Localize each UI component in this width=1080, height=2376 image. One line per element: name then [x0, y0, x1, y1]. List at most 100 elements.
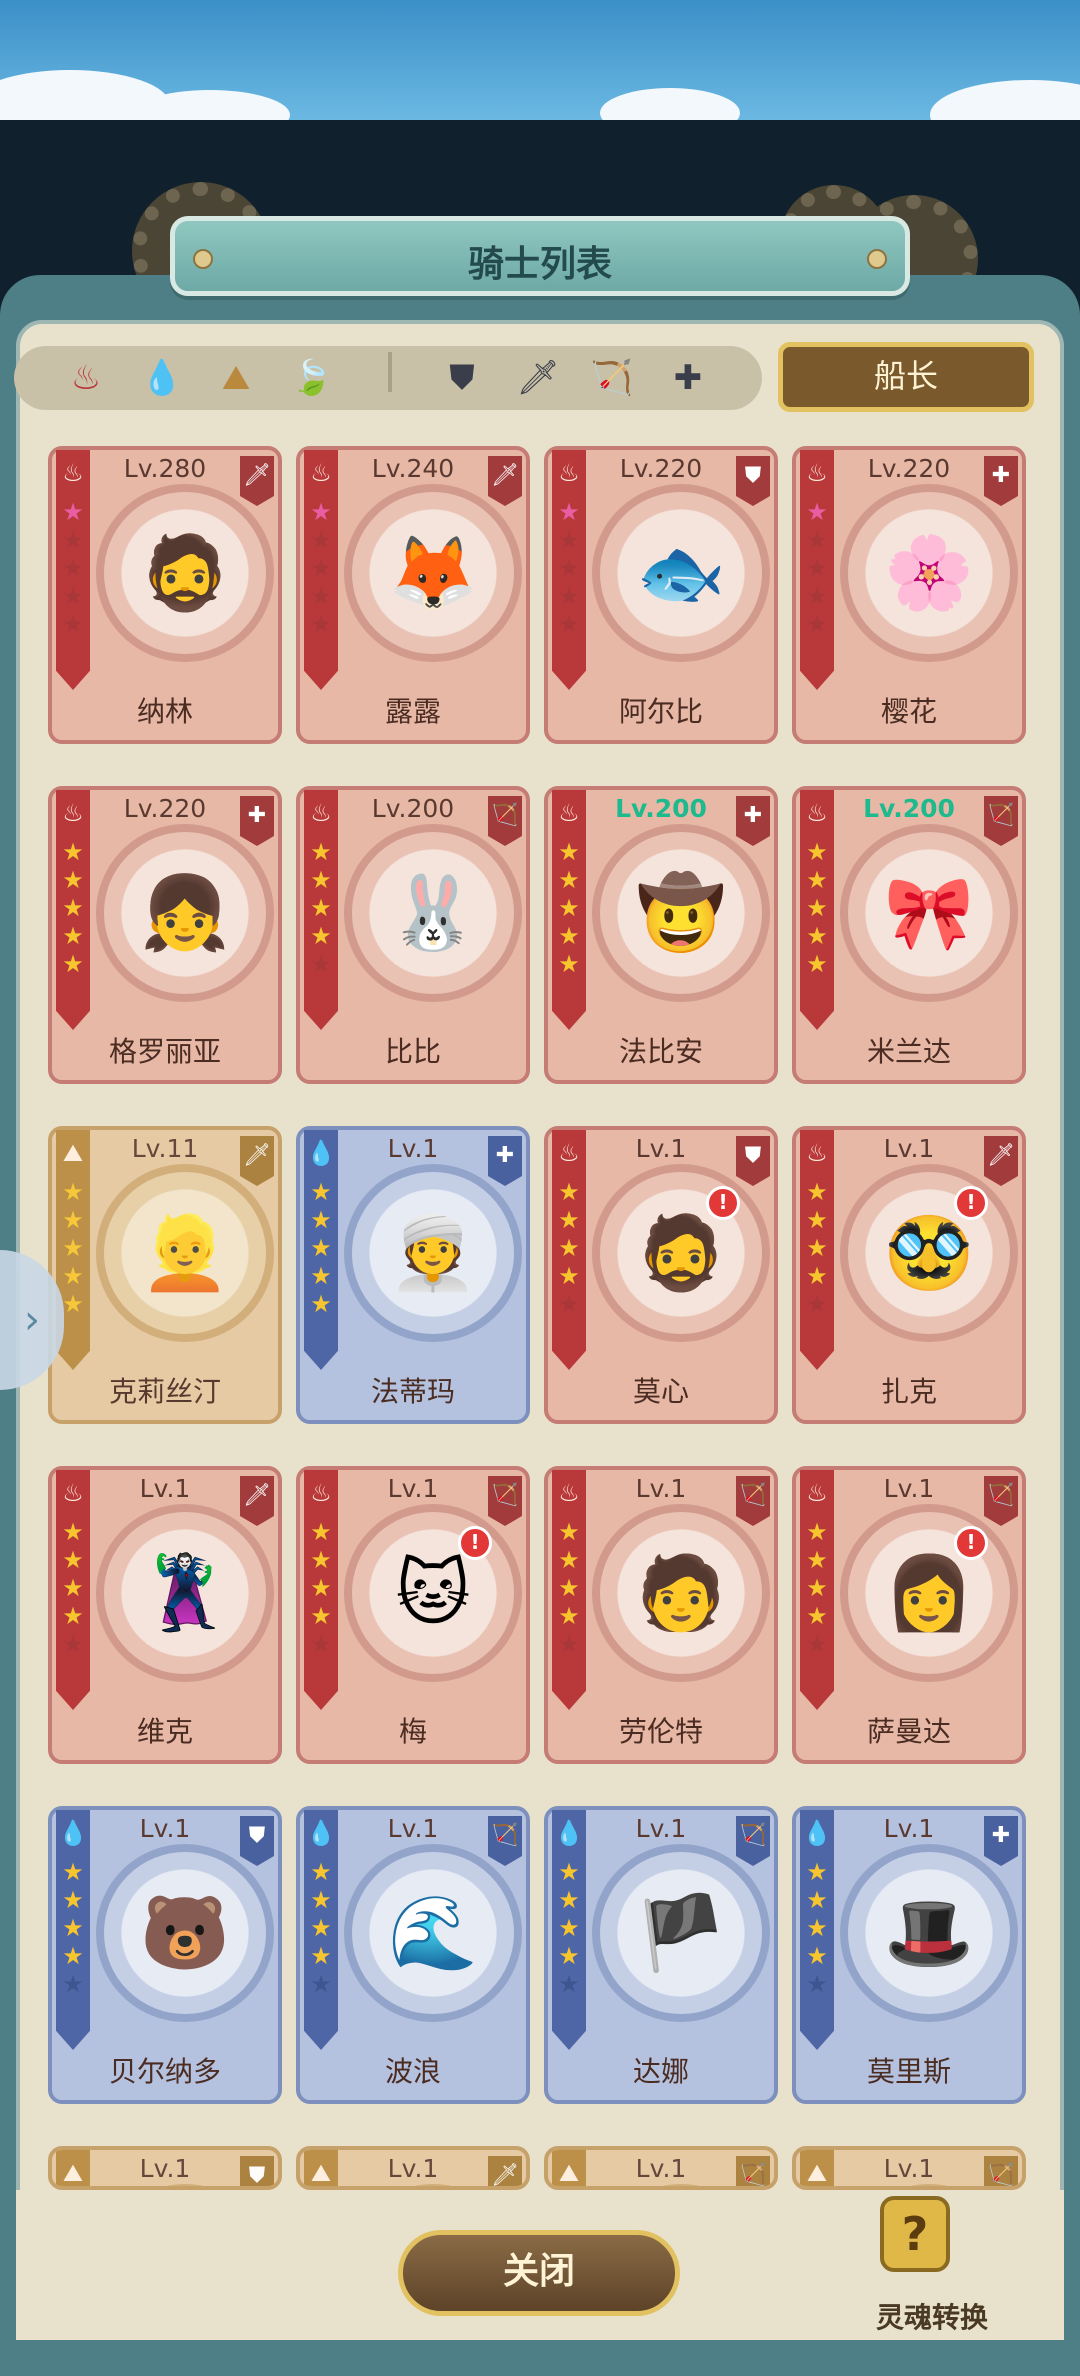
sky-background	[0, 0, 1080, 150]
filter-wind-icon[interactable]: 🍃	[288, 354, 336, 402]
star-icon: ★	[62, 1262, 84, 1290]
star-icon: ★	[62, 498, 84, 526]
hero-card[interactable]: ♨ ★ ★ ★ ★ ★ 🏹 🧑 Lv.1 劳伦特	[544, 1466, 778, 1764]
hero-name: 梅	[398, 1715, 427, 1748]
hero-level: Lv.1	[883, 1474, 935, 1503]
star-icon: ★	[806, 1546, 828, 1574]
hero-card[interactable]: 💧 ★ ★ ★ ★ ★ 🏹 🌊 Lv.1 波浪	[296, 1806, 530, 2104]
hero-name: 格罗丽亚	[108, 1035, 221, 1068]
hero-name: 扎克	[880, 1375, 937, 1408]
star-icon: ★	[310, 1574, 332, 1602]
star-icon: ★	[558, 1546, 580, 1574]
hero-card[interactable]: ♨ ★ ★ ★ ★ ★ ⛊ 🐟 Lv.220 阿尔比	[544, 446, 778, 744]
star-icon: ★	[806, 582, 828, 610]
star-rating: ★ ★ ★ ★ ★	[304, 838, 338, 978]
hero-level: Lv.220	[123, 794, 207, 823]
portrait-frame: 🐟	[592, 484, 770, 662]
hero-name: 萨曼达	[866, 1715, 951, 1748]
star-icon: ★	[62, 1518, 84, 1546]
close-button[interactable]: 关闭	[398, 2230, 680, 2316]
hero-card[interactable]: ♨ ★ ★ ★ ★ ★ 🏹 🎀 Lv.200 米兰达	[792, 786, 1026, 1084]
hero-card[interactable]: ⛰ ★ ★ ★ ★ ★ 🗡 👱 Lv.11 克莉丝汀	[48, 1126, 282, 1424]
star-icon: ★	[558, 1178, 580, 1206]
hero-name: 莫心	[632, 1375, 689, 1408]
hero-card[interactable]: ♨ ★ ★ ★ ★ ★ 🏹 👩 Lv.1 萨曼达!	[792, 1466, 1026, 1764]
star-icon: ★	[806, 1630, 828, 1658]
hero-portrait-icon: 🤠	[636, 870, 726, 955]
star-icon: ★	[558, 1942, 580, 1970]
star-icon: ★	[310, 894, 332, 922]
star-icon: ★	[310, 1858, 332, 1886]
hero-name: 波浪	[384, 2055, 441, 2088]
hero-card[interactable]: ♨ ★ ★ ★ ★ ★ 🗡 🦊 Lv.240 露露	[296, 446, 530, 744]
hero-portrait-icon: 🦹	[140, 1550, 230, 1635]
hero-level: Lv.1	[635, 1814, 687, 1843]
hero-card[interactable]: 💧 ★ ★ ★ ★ ★ ✚ 👳 Lv.1 法蒂玛	[296, 1126, 530, 1424]
hero-card[interactable]: ⛰ 🗡 Lv.1	[296, 2146, 530, 2190]
hero-level: Lv.200	[615, 794, 707, 823]
star-icon: ★	[62, 1630, 84, 1658]
filter-sword-icon[interactable]: 🗡	[514, 354, 562, 402]
filter-earth-icon[interactable]: ⛰	[212, 354, 260, 402]
star-icon: ★	[558, 1970, 580, 1998]
filter-fire-icon[interactable]: ♨	[62, 354, 110, 402]
portrait-frame: 🐰	[344, 824, 522, 1002]
portrait-frame: 🧔	[592, 1164, 770, 1342]
hero-name: 阿尔比	[618, 695, 703, 728]
star-icon: ★	[62, 526, 84, 554]
hero-portrait-icon: 🐰	[388, 870, 478, 955]
hero-card[interactable]: ⛰ 🏹 Lv.1	[792, 2146, 1026, 2190]
star-rating: ★ ★ ★ ★ ★	[800, 1518, 834, 1658]
hero-level: Lv.240	[371, 454, 455, 483]
hero-portrait-icon: 🥸	[884, 1210, 974, 1295]
star-icon: ★	[558, 582, 580, 610]
hero-card[interactable]: ⛰ 🏹 Lv.1	[544, 2146, 778, 2190]
star-icon: ★	[62, 1574, 84, 1602]
hero-card[interactable]: ♨ ★ ★ ★ ★ ★ 🏹 🐰 Lv.200 比比	[296, 786, 530, 1084]
hero-card[interactable]: 💧 ★ ★ ★ ★ ★ 🏹 🏴 Lv.1 达娜	[544, 1806, 778, 2104]
hero-portrait-icon: 🏴	[636, 1890, 726, 1975]
hero-card[interactable]: ♨ ★ ★ ★ ★ ★ 🗡 🥸 Lv.1 扎克!	[792, 1126, 1026, 1424]
captain-button[interactable]: 船长	[778, 342, 1034, 412]
star-icon: ★	[62, 866, 84, 894]
hero-card[interactable]: 💧 ★ ★ ★ ★ ★ ✚ 🎩 Lv.1 莫里斯	[792, 1806, 1026, 2104]
star-icon: ★	[310, 1886, 332, 1914]
filter-water-icon[interactable]: 💧	[138, 354, 186, 402]
filter-bow-icon[interactable]: 🏹	[588, 354, 636, 402]
star-icon: ★	[310, 610, 332, 638]
hero-level: Lv.280	[123, 454, 207, 483]
star-icon: ★	[62, 554, 84, 582]
hero-name: 法蒂玛	[370, 1375, 455, 1408]
hero-portrait-icon: 🐻	[140, 1890, 230, 1975]
star-icon: ★	[310, 1290, 332, 1318]
star-rating: ★ ★ ★ ★ ★	[56, 1858, 90, 1998]
hero-card[interactable]: ♨ ★ ★ ★ ★ ★ ⛊ 🧔 Lv.1 莫心!	[544, 1126, 778, 1424]
star-icon: ★	[806, 922, 828, 950]
hero-level: Lv.1	[883, 2154, 935, 2183]
hero-card[interactable]: ♨ ★ ★ ★ ★ ★ 🗡 🧔 Lv.280 纳林	[48, 446, 282, 744]
hero-name: 米兰达	[866, 1035, 951, 1068]
star-icon: ★	[558, 526, 580, 554]
soul-convert-label[interactable]: 灵魂转换	[862, 2296, 1002, 2336]
hero-card[interactable]: ♨ ★ ★ ★ ★ ★ ✚ 👧 Lv.220 格罗丽亚	[48, 786, 282, 1084]
star-icon: ★	[62, 1942, 84, 1970]
hero-portrait-icon: 🎀	[884, 870, 974, 955]
hero-card[interactable]: 💧 ★ ★ ★ ★ ★ ⛊ 🐻 Lv.1 贝尔纳多	[48, 1806, 282, 2104]
star-icon: ★	[310, 838, 332, 866]
soul-convert-icon[interactable]: ?	[880, 2196, 950, 2272]
filter-shield-icon[interactable]: ⛊	[438, 354, 486, 402]
hero-card[interactable]: ♨ ★ ★ ★ ★ ★ ✚ 🤠 Lv.200 法比安	[544, 786, 778, 1084]
hero-card[interactable]: ♨ ★ ★ ★ ★ ★ 🏹 🐱 Lv.1 梅!	[296, 1466, 530, 1764]
portrait-frame: 🌸	[840, 484, 1018, 662]
hero-card[interactable]: ♨ ★ ★ ★ ★ ★ 🗡 🦹 Lv.1 维克	[48, 1466, 282, 1764]
star-icon: ★	[558, 894, 580, 922]
hero-card[interactable]: ♨ ★ ★ ★ ★ ★ ✚ 🌸 Lv.220 樱花	[792, 446, 1026, 744]
star-icon: ★	[310, 1914, 332, 1942]
hero-card[interactable]: ⛰ ⛊ Lv.1	[48, 2146, 282, 2190]
filter-healer-icon[interactable]: ✚	[664, 354, 712, 402]
star-icon: ★	[806, 610, 828, 638]
star-icon: ★	[558, 1602, 580, 1630]
star-rating: ★ ★ ★ ★ ★	[552, 498, 586, 638]
star-icon: ★	[62, 1858, 84, 1886]
star-icon: ★	[310, 1234, 332, 1262]
